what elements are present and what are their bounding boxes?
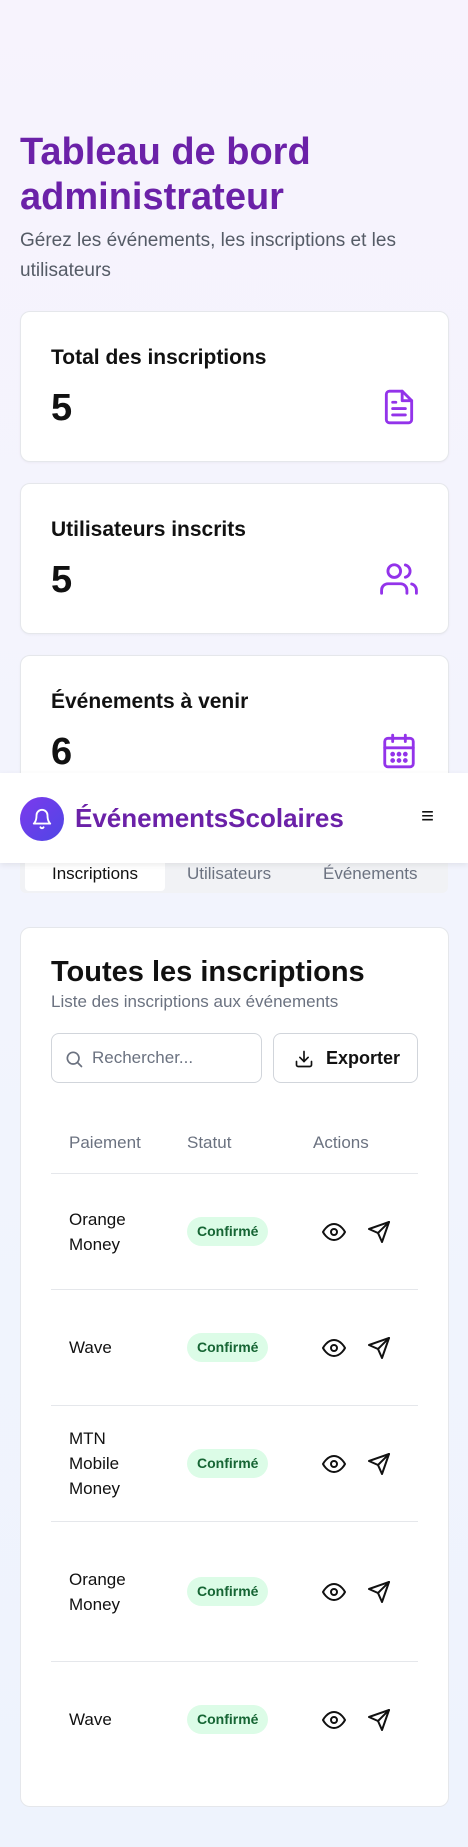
payment-method: Orange Money	[69, 1210, 126, 1254]
page-header: Tableau de bord administrateur Gérez les…	[20, 130, 450, 286]
table-row: Wave Confirmé	[51, 1662, 418, 1777]
payment-method: Wave	[69, 1710, 112, 1729]
table-row: Orange Money Confirmé	[51, 1522, 418, 1662]
logo[interactable]	[20, 797, 64, 841]
eye-icon[interactable]	[322, 1580, 346, 1604]
payment-method: MTN Mobile Money	[69, 1429, 121, 1498]
navbar: ÉvénementsScolaires ≡	[0, 773, 468, 863]
card-title: Toutes les inscriptions	[51, 956, 365, 988]
stat-value: 5	[51, 559, 73, 601]
bell-icon	[32, 809, 52, 830]
send-icon[interactable]	[367, 1336, 391, 1360]
eye-icon[interactable]	[322, 1708, 346, 1732]
brand-name[interactable]: ÉvénementsScolaires	[75, 803, 344, 834]
status-badge: Confirmé	[187, 1449, 269, 1478]
eye-icon[interactable]	[322, 1452, 346, 1476]
tab-inscriptions[interactable]: Inscriptions	[25, 863, 165, 891]
stat-card-users: Utilisateurs inscrits 5	[20, 483, 449, 634]
export-label: Exporter	[326, 1048, 401, 1068]
stat-card-registrations: Total des inscriptions 5	[20, 311, 449, 462]
page-title: Tableau de bord administrateur	[20, 131, 311, 218]
eye-icon[interactable]	[322, 1220, 346, 1244]
payment-method: Wave	[69, 1338, 112, 1357]
stat-label: Utilisateurs inscrits	[51, 518, 246, 541]
stat-label: Événements à venir	[51, 690, 249, 713]
stat-label: Total des inscriptions	[51, 346, 267, 369]
tab-list: Inscriptions Utilisateurs Événements	[20, 863, 448, 893]
send-icon[interactable]	[367, 1452, 391, 1476]
page-subtitle: Gérez les événements, les inscriptions e…	[20, 230, 396, 281]
registrations-card: Toutes les inscriptions Liste des inscri…	[20, 927, 449, 1807]
status-badge: Confirmé	[187, 1705, 269, 1734]
search-field[interactable]	[51, 1033, 262, 1083]
search-icon	[66, 1051, 83, 1068]
export-button[interactable]: Exporter	[273, 1033, 418, 1083]
eye-icon[interactable]	[322, 1336, 346, 1360]
column-header-actions: Actions	[313, 1133, 369, 1152]
table-row: Wave Confirmé	[51, 1290, 418, 1406]
menu-icon[interactable]: ≡	[421, 803, 434, 829]
status-badge: Confirmé	[187, 1577, 269, 1606]
file-text-icon	[384, 389, 414, 425]
column-header-payment: Paiement	[69, 1133, 141, 1152]
calendar-icon	[383, 733, 415, 769]
tab-evenements[interactable]: Événements	[323, 863, 418, 891]
search-input[interactable]	[92, 1046, 252, 1070]
send-icon[interactable]	[367, 1708, 391, 1732]
table-row: MTN Mobile Money Confirmé	[51, 1406, 418, 1522]
column-header-status: Statut	[187, 1133, 232, 1152]
stat-value: 6	[51, 731, 73, 773]
status-badge: Confirmé	[187, 1333, 269, 1362]
status-badge: Confirmé	[187, 1217, 269, 1246]
send-icon[interactable]	[367, 1580, 391, 1604]
send-icon[interactable]	[367, 1220, 391, 1244]
table-row: Orange Money Confirmé	[51, 1174, 418, 1290]
payment-method: Orange Money	[69, 1570, 126, 1614]
download-icon	[295, 1050, 313, 1068]
stat-value: 5	[51, 387, 73, 429]
tab-utilisateurs[interactable]: Utilisateurs	[187, 863, 271, 891]
users-icon	[380, 563, 418, 595]
card-subtitle: Liste des inscriptions aux événements	[51, 992, 339, 1011]
